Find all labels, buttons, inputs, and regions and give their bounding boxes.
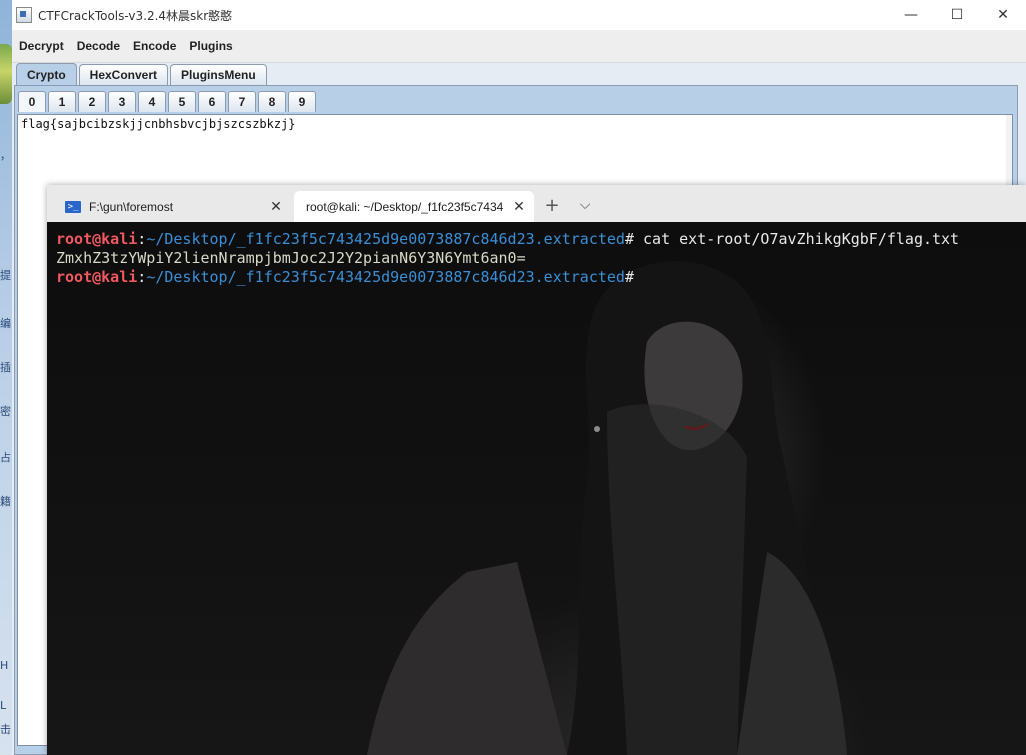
new-tab-button[interactable]: + bbox=[537, 191, 567, 219]
terminal-line-1: root@kali:~/Desktop/_f1fc23f5c743425d9e0… bbox=[56, 230, 959, 249]
minimize-icon[interactable]: — bbox=[888, 0, 934, 30]
sub-tab-4[interactable]: 4 bbox=[138, 91, 166, 112]
sub-tab-9[interactable]: 9 bbox=[288, 91, 316, 112]
desktop-text: 密 bbox=[0, 405, 11, 418]
terminal-tab-title: F:\gun\foremost bbox=[89, 199, 174, 214]
menu-decode[interactable]: Decode bbox=[70, 39, 126, 53]
prompt-user: root@kali bbox=[56, 230, 138, 248]
desktop-text: 击 bbox=[0, 723, 11, 736]
desktop-text: 籍 bbox=[0, 495, 11, 508]
terminal-screen[interactable]: root@kali:~/Desktop/_f1fc23f5c743425d9e0… bbox=[47, 222, 1026, 755]
windows-terminal: >_ F:\gun\foremost ✕ root@kali: ~/Deskto… bbox=[47, 185, 1026, 755]
prompt-path: ~/Desktop/_f1fc23f5c743425d9e0073887c846… bbox=[146, 230, 625, 248]
prompt-path: ~/Desktop/_f1fc23f5c743425d9e0073887c846… bbox=[146, 268, 625, 286]
desktop-text: ， bbox=[0, 149, 11, 162]
desktop-text: 编 bbox=[0, 317, 11, 330]
window-controls: — ☐ ✕ bbox=[888, 0, 1026, 30]
prompt-end: # bbox=[624, 230, 634, 248]
tab-hexconvert[interactable]: HexConvert bbox=[78, 64, 169, 85]
sub-tab-0[interactable]: 0 bbox=[18, 91, 46, 112]
prompt-separator: : bbox=[137, 230, 147, 248]
terminal-line-2: ZmxhZ3tzYWpiY2lienNrampjbmJoc2J2Y2pianN6… bbox=[56, 249, 959, 268]
sub-tab-3[interactable]: 3 bbox=[108, 91, 136, 112]
desktop-text: 插 bbox=[0, 361, 11, 374]
close-tab-icon[interactable]: ✕ bbox=[261, 198, 291, 215]
sub-tab-8[interactable]: 8 bbox=[258, 91, 286, 112]
maximize-icon[interactable]: ☐ bbox=[934, 0, 980, 30]
java-app-icon bbox=[16, 7, 32, 23]
terminal-line-3: root@kali:~/Desktop/_f1fc23f5c743425d9e0… bbox=[56, 268, 959, 287]
terminal-tab-foremost[interactable]: >_ F:\gun\foremost ✕ bbox=[55, 191, 291, 222]
menu-encode[interactable]: Encode bbox=[126, 39, 182, 53]
tab-crypto[interactable]: Crypto bbox=[16, 63, 77, 85]
command-text: cat ext-root/O7avZhikgKgbF/flag.txt bbox=[633, 230, 960, 248]
tab-pluginsmenu[interactable]: PluginsMenu bbox=[170, 64, 267, 85]
terminal-tab-kali[interactable]: root@kali: ~/Desktop/_f1fc23f5c7434 ✕ bbox=[294, 191, 534, 222]
terminal-tab-title: root@kali: ~/Desktop/_f1fc23f5c7434 bbox=[306, 199, 504, 214]
desktop-strip: ， 提 编 插 密 占 籍 H L 击 bbox=[0, 0, 12, 755]
window-title: CTFCrackTools-v3.2.4林晨skr憨憨 bbox=[38, 8, 233, 23]
text-area-content[interactable]: flag{sajbcibzskjjcnbhsbvcjbjszcszbkzj} bbox=[18, 115, 1012, 133]
desktop-avatar-icon bbox=[0, 44, 12, 104]
desktop-text: 提 bbox=[0, 269, 11, 282]
main-tabs: Crypto HexConvert PluginsMenu bbox=[16, 63, 269, 85]
sub-tab-2[interactable]: 2 bbox=[78, 91, 106, 112]
sub-tab-5[interactable]: 5 bbox=[168, 91, 196, 112]
terminal-tab-bar: >_ F:\gun\foremost ✕ root@kali: ~/Deskto… bbox=[47, 185, 1026, 222]
title-bar[interactable]: CTFCrackTools-v3.2.4林晨skr憨憨 — ☐ ✕ bbox=[12, 0, 1026, 30]
prompt-separator: : bbox=[137, 268, 147, 286]
sub-tabs: 0 1 2 3 4 5 6 7 8 9 bbox=[18, 90, 318, 112]
close-icon[interactable]: ✕ bbox=[980, 0, 1026, 30]
dropdown-chevron-icon[interactable]: ⌵ bbox=[570, 191, 600, 219]
powershell-icon: >_ bbox=[65, 200, 81, 213]
menu-decrypt[interactable]: Decrypt bbox=[12, 39, 70, 53]
command-output: ZmxhZ3tzYWpiY2lienNrampjbmJoc2J2Y2pianN6… bbox=[56, 249, 526, 267]
desktop-text: 占 bbox=[0, 451, 11, 464]
menu-plugins[interactable]: Plugins bbox=[182, 39, 238, 53]
background-portrait bbox=[367, 260, 847, 755]
prompt-user: root@kali bbox=[56, 268, 138, 286]
desktop-text: L bbox=[0, 699, 7, 712]
desktop-text: H bbox=[0, 659, 9, 672]
close-tab-icon[interactable]: ✕ bbox=[504, 198, 534, 215]
sub-tab-1[interactable]: 1 bbox=[48, 91, 76, 112]
sub-tab-6[interactable]: 6 bbox=[198, 91, 226, 112]
menu-bar: Decrypt Decode Encode Plugins bbox=[12, 30, 1026, 63]
sub-tab-7[interactable]: 7 bbox=[228, 91, 256, 112]
prompt-end: # bbox=[624, 268, 634, 286]
terminal-output: root@kali:~/Desktop/_f1fc23f5c743425d9e0… bbox=[56, 230, 959, 287]
